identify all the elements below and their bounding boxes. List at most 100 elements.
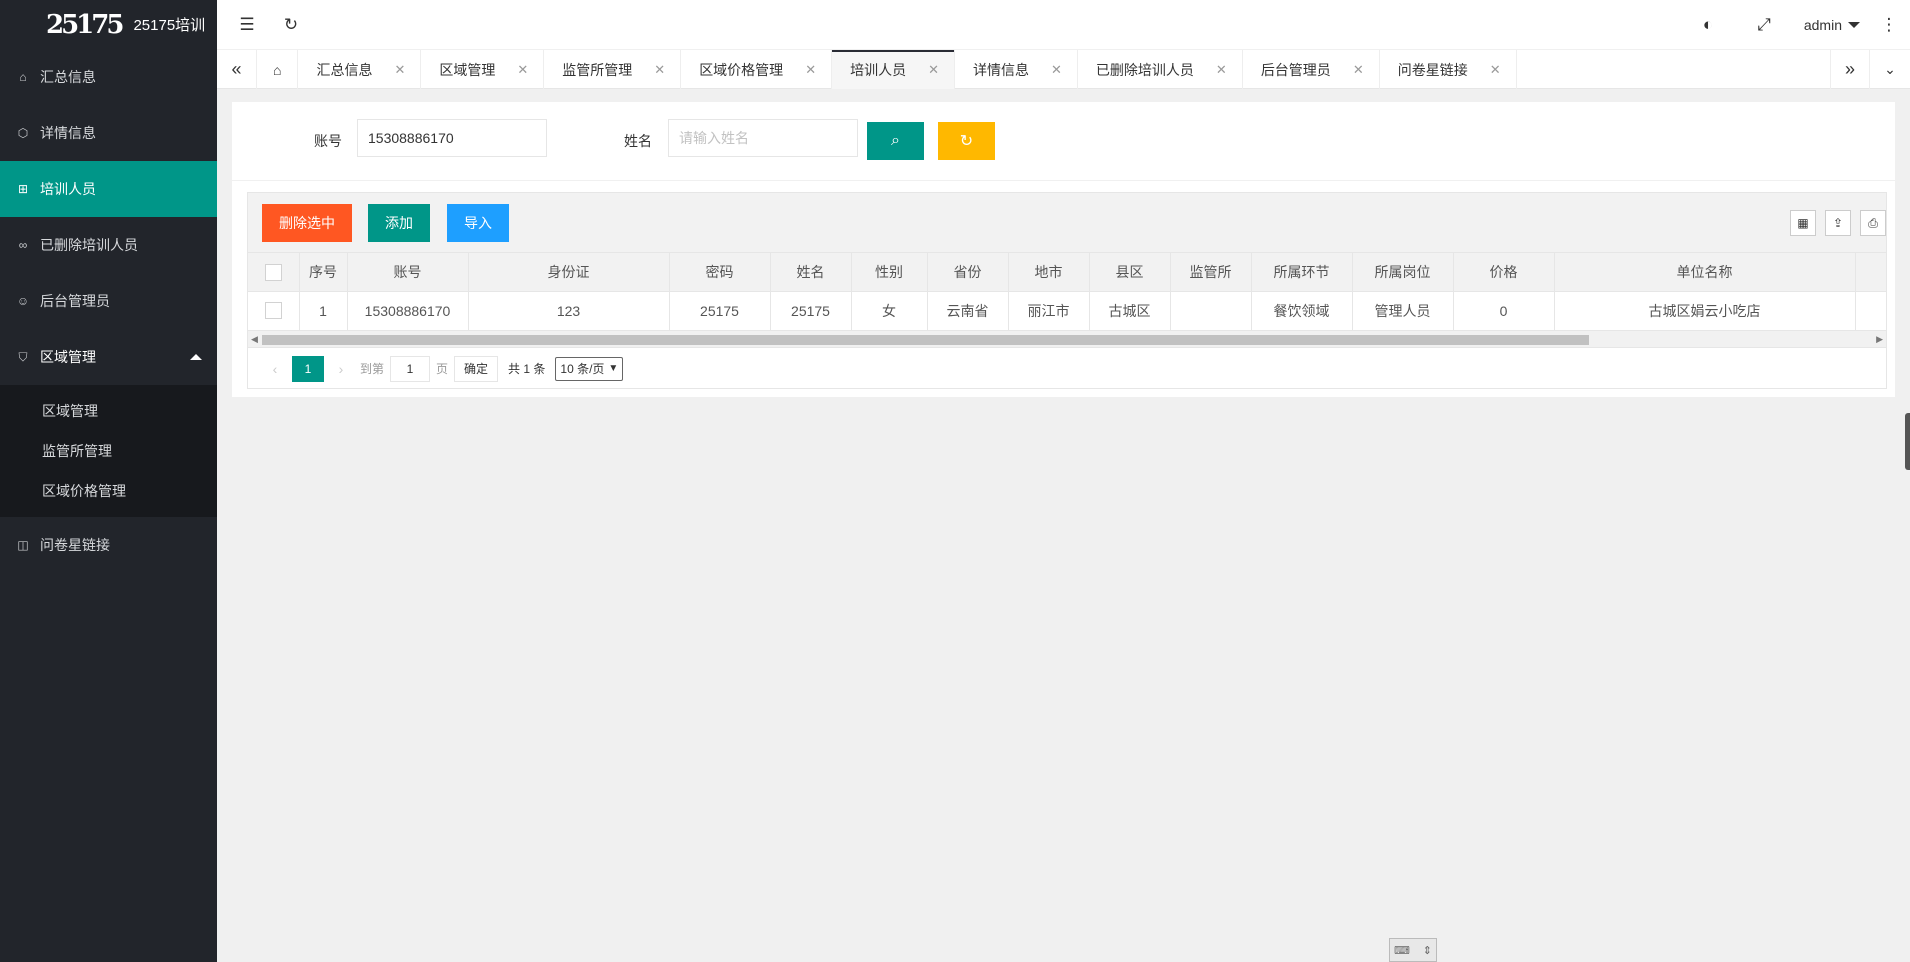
- reset-button[interactable]: ↻: [938, 122, 995, 160]
- scroll-left-arrow-icon[interactable]: ◀: [251, 334, 258, 345]
- column-header[interactable]: 单位名称: [1554, 253, 1856, 292]
- close-icon[interactable]: ✕: [517, 62, 528, 78]
- prev-page-icon[interactable]: ‹: [262, 361, 288, 377]
- delete-selected-button[interactable]: 删除选中: [262, 204, 352, 242]
- tab-survey-link[interactable]: 问卷星链接 ✕: [1380, 50, 1517, 89]
- tab-home[interactable]: ⌂: [257, 50, 299, 89]
- row-checkbox[interactable]: [264, 302, 282, 320]
- fullscreen-icon[interactable]: ⤢: [1746, 0, 1782, 49]
- table-cell: 餐饮领域: [1251, 291, 1353, 331]
- column-header[interactable]: 密码: [669, 253, 771, 292]
- column-header[interactable]: 姓名: [770, 253, 852, 292]
- more-icon[interactable]: ⋮: [1878, 0, 1900, 49]
- submenu-item-station[interactable]: 监管所管理: [0, 431, 217, 471]
- sidebar-item-details[interactable]: ⬡ 详情信息: [0, 105, 217, 161]
- sidebar-item-deleted-trainees[interactable]: ∞ 已删除培训人员: [0, 217, 217, 273]
- tab-deleted-trainees[interactable]: 已删除培训人员 ✕: [1078, 50, 1243, 89]
- tab-summary[interactable]: 汇总信息 ✕: [298, 50, 422, 89]
- sidebar-item-admins[interactable]: ☺ 后台管理员: [0, 273, 217, 329]
- logo-mark: 25175: [46, 9, 124, 40]
- column-header[interactable]: 所属环节: [1251, 253, 1353, 292]
- table-cell: 古城区娟云小吃店: [1554, 291, 1856, 331]
- column-header[interactable]: 监管所: [1170, 253, 1252, 292]
- table-cell: 25175: [770, 291, 852, 331]
- menu-toggle-icon[interactable]: ☰: [225, 0, 269, 49]
- header: ☰ ↻ ◐ ⤢ admin ⋮: [217, 0, 1910, 49]
- theme-icon[interactable]: ◐: [1690, 0, 1726, 49]
- goto-confirm-button[interactable]: 确定: [454, 355, 499, 382]
- tab-label: 已删除培训人员: [1095, 61, 1194, 78]
- logo: 25175 25175培训: [0, 0, 217, 49]
- tab-admins[interactable]: 后台管理员 ✕: [1243, 50, 1380, 89]
- tabs-scroll-right-icon[interactable]: »: [1830, 50, 1870, 89]
- scrollbar-thumb[interactable]: [262, 334, 1589, 345]
- tab-trainees[interactable]: 培训人员 ✕: [832, 50, 955, 89]
- name-input[interactable]: [668, 119, 858, 157]
- tab-label: 后台管理员: [1260, 61, 1331, 78]
- close-icon[interactable]: ✕: [394, 62, 405, 78]
- tab-station[interactable]: 监管所管理 ✕: [544, 50, 682, 89]
- column-header[interactable]: 县区: [1089, 253, 1171, 292]
- page-size-value: 10 条/页: [560, 362, 605, 376]
- column-header[interactable]: 所属岗位: [1352, 253, 1454, 292]
- column-header[interactable]: 价格: [1453, 253, 1555, 292]
- sidebar-item-summary[interactable]: ⌂ 汇总信息: [0, 49, 217, 105]
- keyboard-widget[interactable]: ⌨ ⇕: [1389, 938, 1437, 962]
- column-header[interactable]: 账号: [347, 253, 469, 292]
- current-page[interactable]: 1: [292, 355, 324, 382]
- export-icon[interactable]: ⇪: [1825, 210, 1851, 236]
- tabs-scroll-left-icon[interactable]: «: [217, 50, 257, 89]
- caret-up-icon: [190, 354, 202, 360]
- columns-icon[interactable]: ▦: [1790, 210, 1816, 236]
- link-icon: ∞: [18, 238, 28, 252]
- horizontal-scrollbar[interactable]: ◀ ▶: [248, 330, 1886, 348]
- close-icon[interactable]: ✕: [1216, 62, 1227, 78]
- refresh-icon[interactable]: ↻: [269, 0, 313, 49]
- close-icon[interactable]: ✕: [1353, 62, 1364, 78]
- pagination: ‹ 1 › 到第 1 页 确定 共 1 条 10 条/页 ▼: [248, 348, 1886, 390]
- tabs-menu-chevron-down-icon[interactable]: ⌄: [1870, 50, 1910, 89]
- column-header[interactable]: 省份: [927, 253, 1009, 292]
- close-icon[interactable]: ✕: [928, 62, 939, 78]
- table-cell: 123: [468, 291, 670, 331]
- select-all-checkbox[interactable]: [264, 263, 282, 281]
- goto-page-input[interactable]: 1: [390, 355, 431, 382]
- goto-label: 到第: [360, 362, 385, 376]
- sidebar-item-survey-link[interactable]: ◫ 问卷星链接: [0, 517, 217, 573]
- tab-label: 区域管理: [439, 61, 496, 78]
- tab-label: 监管所管理: [562, 61, 633, 78]
- close-icon[interactable]: ✕: [654, 62, 665, 78]
- content-panel: 账号 姓名 ⌕ ↻ 删除选中 添加 导入 ▦ ⇪ ⎙: [232, 102, 1895, 397]
- table-scroll-area: 序号 账号 身份证 密码 姓名 性别 省份 地市 县区 监管所 所属环节 所属岗…: [248, 253, 1886, 331]
- tab-region[interactable]: 区域管理 ✕: [421, 50, 545, 89]
- tab-details[interactable]: 详情信息 ✕: [955, 50, 1078, 89]
- account-input[interactable]: [357, 119, 547, 157]
- column-header[interactable]: 性别: [851, 253, 928, 292]
- tab-label: 详情信息: [973, 61, 1029, 78]
- chevron-updown-icon: ⇕: [1422, 944, 1432, 957]
- submenu-item-region[interactable]: 区域管理: [0, 391, 217, 431]
- scroll-right-arrow-icon[interactable]: ▶: [1876, 334, 1883, 345]
- table-row[interactable]: 1 15308886170 123 25175 25175 女 云南省 丽江市 …: [248, 291, 1886, 331]
- tab-label: 培训人员: [850, 61, 907, 78]
- column-header[interactable]: 地市: [1008, 253, 1090, 292]
- print-icon[interactable]: ⎙: [1860, 210, 1886, 236]
- page-scrollbar[interactable]: [1905, 413, 1910, 470]
- close-icon[interactable]: ✕: [1490, 62, 1501, 78]
- sidebar-item-region[interactable]: ⛉ 区域管理: [0, 329, 217, 385]
- sidebar-item-trainees[interactable]: ⊞ 培训人员: [0, 161, 217, 217]
- submenu-item-region-price[interactable]: 区域价格管理: [0, 471, 217, 511]
- tab-region-price[interactable]: 区域价格管理 ✕: [681, 50, 833, 89]
- column-header[interactable]: 序号: [299, 253, 348, 292]
- close-icon[interactable]: ✕: [1051, 62, 1062, 78]
- next-page-icon[interactable]: ›: [328, 361, 354, 377]
- data-table: 序号 账号 身份证 密码 姓名 性别 省份 地市 县区 监管所 所属环节 所属岗…: [248, 253, 1886, 331]
- sidebar-item-label: 后台管理员: [40, 293, 110, 309]
- search-button[interactable]: ⌕: [867, 122, 924, 160]
- page-size-select[interactable]: 10 条/页 ▼: [555, 356, 624, 381]
- close-icon[interactable]: ✕: [805, 62, 816, 78]
- import-button[interactable]: 导入: [447, 204, 509, 242]
- add-button[interactable]: 添加: [368, 204, 430, 242]
- user-menu[interactable]: admin: [1804, 0, 1860, 49]
- column-header[interactable]: 身份证: [468, 253, 670, 292]
